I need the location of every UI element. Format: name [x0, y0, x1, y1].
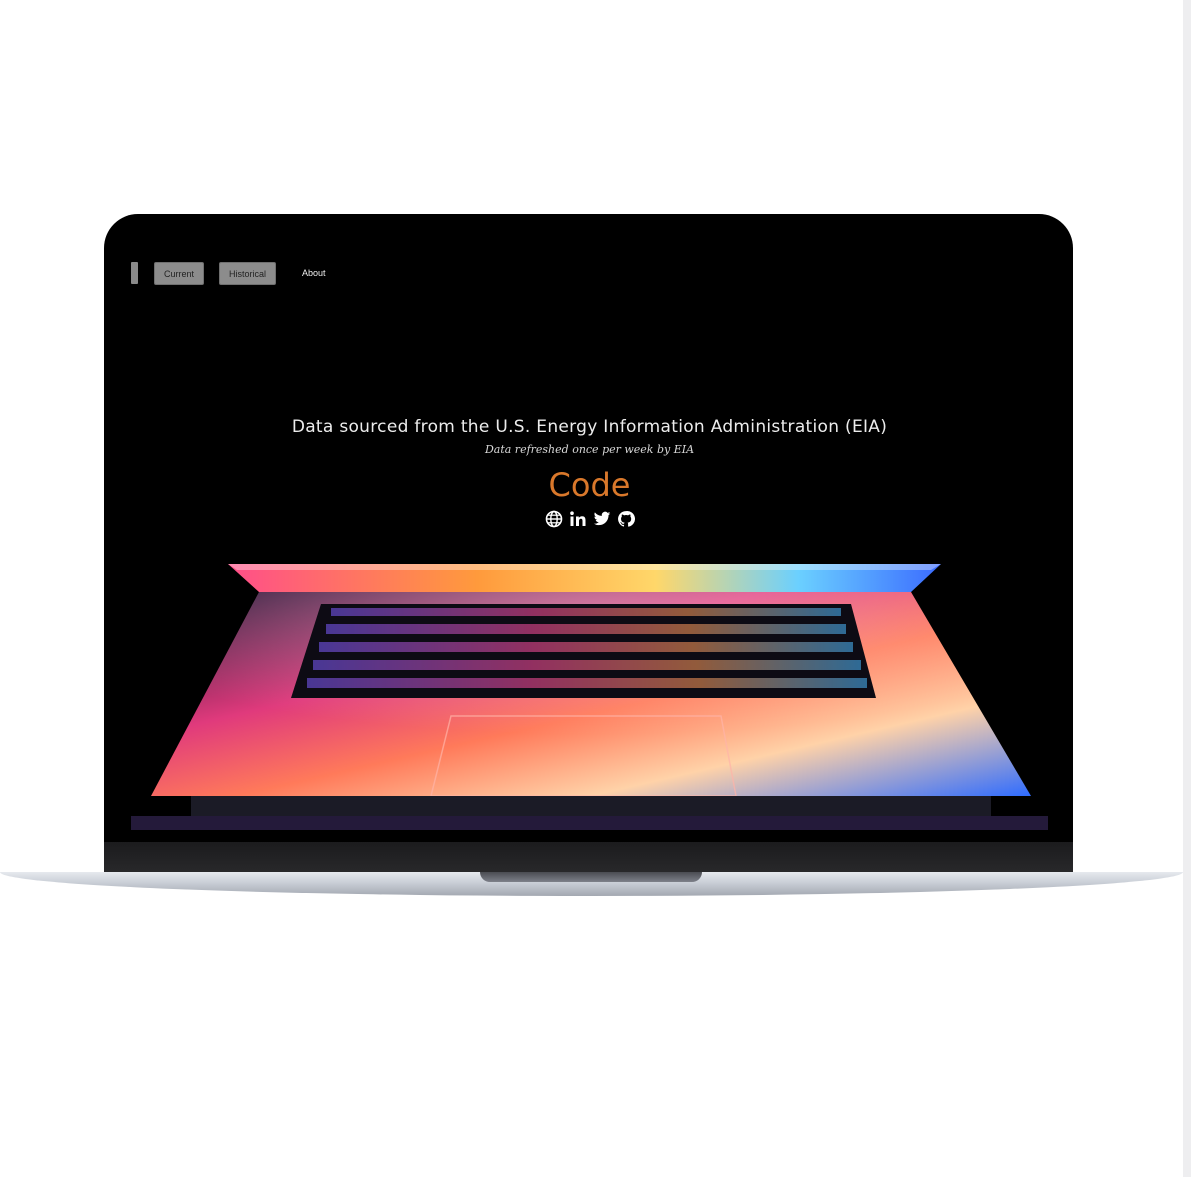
github-icon[interactable] [617, 510, 635, 528]
globe-icon[interactable] [545, 510, 563, 528]
nav-menu-stub[interactable] [131, 262, 138, 284]
laptop-mockup: Current Historical About Data sourced fr… [104, 214, 1073, 874]
laptop-screen: Current Historical About Data sourced fr… [131, 241, 1048, 830]
nav-link-about[interactable]: About [302, 268, 326, 278]
linkedin-icon[interactable] [569, 510, 587, 528]
code-link[interactable]: Code [131, 466, 1048, 504]
laptop-base-notch [480, 872, 702, 882]
laptop-hero-image [131, 546, 1048, 830]
hero-title: Data sourced from the U.S. Energy Inform… [291, 417, 888, 437]
top-nav: Current Historical About [131, 261, 326, 285]
social-links [131, 510, 1048, 528]
scrollbar-track[interactable] [1183, 0, 1191, 1177]
hero-section: Data sourced from the U.S. Energy Inform… [131, 417, 1048, 528]
nav-button-historical[interactable]: Historical [219, 261, 276, 285]
hero-subtitle: Data refreshed once per week by EIA [484, 443, 695, 456]
twitter-icon[interactable] [593, 510, 611, 528]
nav-button-current[interactable]: Current [154, 261, 204, 285]
laptop-chin [104, 842, 1073, 874]
